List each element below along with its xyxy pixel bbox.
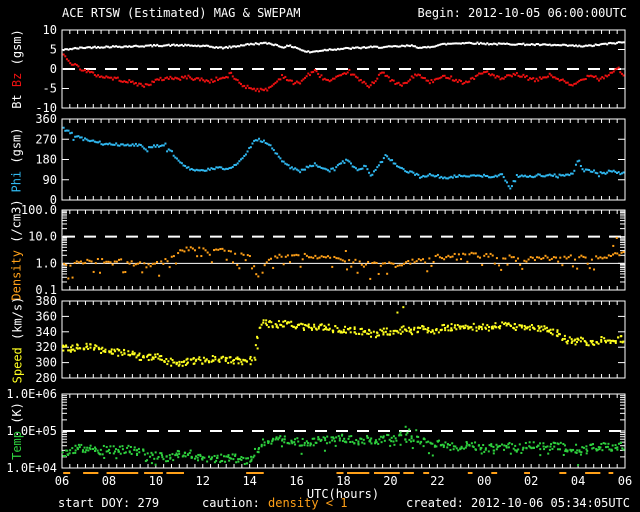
svg-text:-5: -5 xyxy=(43,82,57,96)
y-label-bt-bz: Bt Bz (gsm) xyxy=(2,29,32,109)
page-title: ACE RTSW (Estimated) MAG & SWEPAM xyxy=(62,6,301,20)
svg-text:22: 22 xyxy=(430,474,444,488)
svg-text:0: 0 xyxy=(50,62,57,76)
svg-text:10.0: 10.0 xyxy=(28,230,57,244)
svg-text:360: 360 xyxy=(35,112,57,126)
svg-text:300: 300 xyxy=(35,356,57,370)
svg-text:04: 04 xyxy=(571,474,585,488)
density-label: Density xyxy=(10,250,24,301)
ace-rtsw-plot: 10 5 0 -5 -10 360 270 180 90 0 100.0 10.0 1.0 0.1 380 3… xyxy=(0,0,640,512)
y-label-temp: Temp (K) xyxy=(2,394,32,468)
svg-text:280: 280 xyxy=(35,371,57,385)
phi-units: (gsm) xyxy=(10,126,25,171)
created-timestamp: created: 2012-10-06 05:34:05UTC xyxy=(406,496,630,510)
svg-text:02: 02 xyxy=(524,474,538,488)
svg-text:10: 10 xyxy=(149,474,163,488)
svg-text:12: 12 xyxy=(196,474,210,488)
svg-text:06: 06 xyxy=(55,474,69,488)
bt-label: Bt xyxy=(10,87,24,109)
svg-text:16: 16 xyxy=(289,474,303,488)
y-label-speed: Speed (km/s) xyxy=(2,296,32,383)
begin-timestamp: Begin: 2012-10-05 06:00:00UTC xyxy=(417,6,627,20)
svg-text:180: 180 xyxy=(35,153,57,167)
temp-label: Temp xyxy=(10,431,24,460)
svg-text:320: 320 xyxy=(35,340,57,354)
speed-label: Speed xyxy=(10,346,25,383)
svg-text:270: 270 xyxy=(35,132,57,146)
svg-text:14: 14 xyxy=(242,474,256,488)
svg-text:380: 380 xyxy=(35,294,57,308)
phi-label: Phi xyxy=(10,170,25,193)
temp-units: (K) xyxy=(10,402,24,431)
svg-text:06: 06 xyxy=(618,474,632,488)
svg-text:90: 90 xyxy=(43,173,57,187)
caution-value: density < 1 xyxy=(268,496,348,510)
svg-text:18: 18 xyxy=(336,474,350,488)
svg-text:08: 08 xyxy=(102,474,116,488)
svg-text:360: 360 xyxy=(35,309,57,323)
chart-canvas: 1050-5-10360270180900100.010.01.00.13803… xyxy=(6,23,632,488)
svg-text:340: 340 xyxy=(35,325,57,339)
y-label-phi: Phi (gsm) xyxy=(2,119,32,200)
svg-text:1.0: 1.0 xyxy=(35,256,57,270)
start-doy-text: start DOY: 279 xyxy=(58,496,160,510)
speed-units: (km/s) xyxy=(10,296,25,347)
y-label-density: Density (/cm3) xyxy=(2,199,32,300)
svg-text:00: 00 xyxy=(477,474,491,488)
caution-label: caution: xyxy=(202,496,260,510)
svg-text:5: 5 xyxy=(50,43,57,57)
svg-text:20: 20 xyxy=(383,474,397,488)
svg-text:10: 10 xyxy=(43,23,57,37)
bz-label: Bz xyxy=(10,72,24,88)
density-units: (/cm3) xyxy=(10,199,24,250)
bt-bz-units: (gsm) xyxy=(10,29,24,73)
